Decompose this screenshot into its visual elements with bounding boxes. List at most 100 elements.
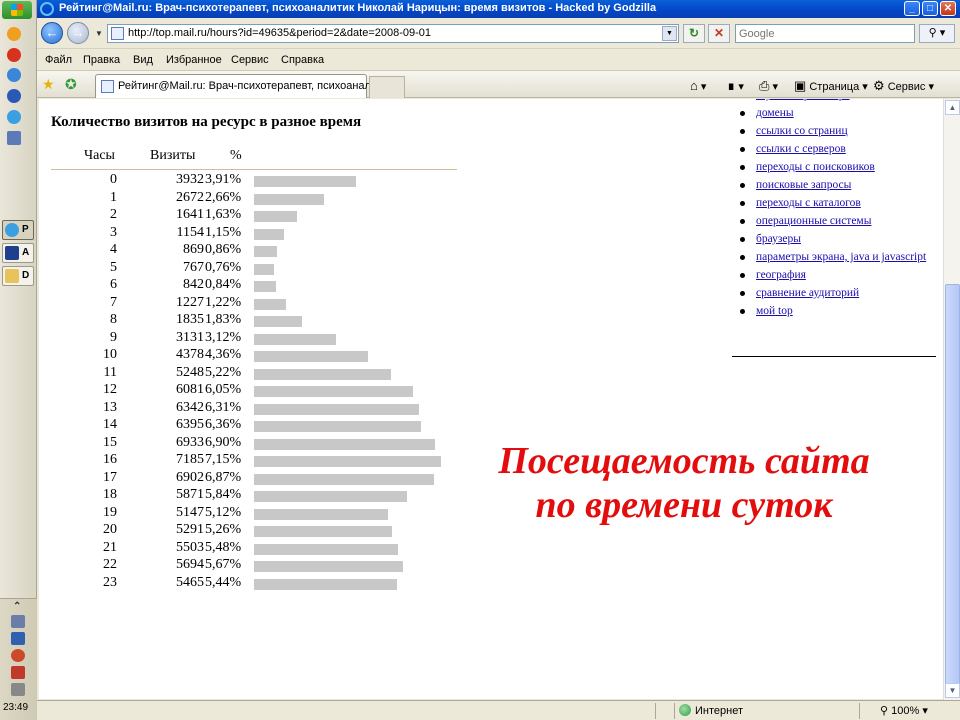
quicklaunch-opera-icon[interactable]	[7, 48, 21, 62]
column-hours: Часы	[84, 148, 115, 163]
percent-cell: 5,44%	[205, 574, 242, 590]
table-row: 4 869 0,86%	[51, 242, 481, 260]
percent-cell: 5,67%	[205, 557, 242, 572]
stats-nav-item: домены	[732, 107, 942, 120]
stats-nav-link[interactable]: переходы с поисковиков	[756, 161, 875, 173]
table-row: 15 6933 6,90%	[51, 435, 481, 453]
taskbar-button-folder[interactable]: D	[2, 266, 34, 286]
table-row: 8 1835 1,83%	[51, 312, 481, 330]
search-button[interactable]: ⚲ ▾	[919, 24, 955, 43]
stats-nav-item: поисковые запросы	[732, 179, 942, 192]
page-title: Количество визитов на ресурс в разное вр…	[51, 114, 362, 130]
stats-nav-link[interactable]: сравнение аудиторий	[756, 287, 859, 299]
tray-speaker-icon[interactable]	[11, 683, 25, 696]
tray-monitor-icon[interactable]	[11, 632, 25, 645]
stats-nav-item: параметры экрана, java и javascript	[732, 251, 942, 264]
table-row: 12 6081 6,05%	[51, 382, 481, 400]
clock[interactable]: 23:49	[3, 702, 28, 713]
table-row: 1 2672 2,66%	[51, 190, 481, 208]
menu-help[interactable]: Справка	[281, 54, 324, 66]
minimize-button[interactable]: _	[904, 1, 920, 16]
feeds-button[interactable]: ∎ ▾	[727, 78, 744, 94]
tray-expand-icon[interactable]: ⌃	[13, 601, 21, 612]
visits-bar	[254, 351, 368, 362]
maximize-button[interactable]: □	[922, 1, 938, 16]
percent-cell: 1,83%	[205, 312, 242, 327]
print-button[interactable]: ⎙ ▾	[759, 78, 778, 94]
stats-nav-link[interactable]: домены	[756, 107, 794, 119]
percent-cell: 0,76%	[205, 259, 242, 275]
visits-bar	[254, 491, 407, 502]
search-input[interactable]	[739, 26, 914, 42]
stats-nav-item: мой top	[732, 305, 942, 318]
percent-cell: 6,87%	[205, 469, 242, 485]
service-menu-button[interactable]: ⚙ Сервис ▾	[873, 78, 934, 94]
back-button[interactable]: ←	[41, 22, 63, 44]
table-row: 17 6902 6,87%	[51, 470, 481, 488]
tab-label: Рейтинг@Mail.ru: Врач-психотерапевт, пси…	[118, 80, 381, 92]
page-menu-button[interactable]: ▣ Страница ▾	[794, 78, 868, 94]
column-visits: Визиты	[150, 148, 196, 163]
table-row: 2 1641 1,63%	[51, 207, 481, 225]
forward-button[interactable]: →	[67, 22, 89, 44]
stats-nav-link[interactable]: география	[756, 269, 806, 281]
quicklaunch-desktop-icon[interactable]	[7, 131, 21, 145]
percent-cell: 5,48%	[205, 539, 242, 555]
quicklaunch-search-icon[interactable]	[7, 68, 21, 82]
stats-nav-link[interactable]: переходы с каталогов	[756, 197, 861, 209]
menu-view[interactable]: Вид	[133, 54, 153, 66]
history-dropdown-icon[interactable]: ▼	[95, 29, 103, 38]
caption-line-1: Посещаемость сайта	[498, 440, 870, 482]
stats-nav-link[interactable]: поисковые запросы	[756, 179, 851, 191]
add-favorites-icon[interactable]: ✪	[65, 76, 77, 93]
title-bar[interactable]: Рейтинг@Mail.ru: Врач-психотерапевт, пси…	[37, 0, 960, 18]
visits-bar	[254, 193, 324, 205]
stats-nav-link[interactable]: глубина просмотра	[756, 99, 850, 101]
tab-active[interactable]: Рейтинг@Mail.ru: Врач-психотерапевт, пси…	[95, 74, 380, 98]
table-row: 10 4378 4,36%	[51, 347, 481, 365]
table-row: 18 5871 5,84%	[51, 487, 481, 505]
favorites-star-icon[interactable]: ★	[42, 76, 55, 93]
tray-flag-icon[interactable]	[11, 666, 25, 679]
close-button[interactable]: ✕	[940, 1, 956, 16]
scroll-thumb[interactable]	[945, 284, 960, 694]
stats-nav-link[interactable]: мой top	[756, 305, 793, 317]
rss-icon: ∎	[727, 78, 736, 93]
zoom-control[interactable]: ⚲ 100% ▾	[880, 704, 928, 717]
menu-file[interactable]: Файл	[45, 54, 72, 66]
quicklaunch-media-icon[interactable]	[7, 89, 21, 103]
visits-bar	[254, 543, 398, 555]
vertical-scrollbar[interactable]: ▲ ▼	[943, 99, 960, 700]
stats-nav-link[interactable]: ссылки с серверов	[756, 143, 846, 155]
address-field[interactable]: http://top.mail.ru/hours?id=49635&period…	[107, 24, 679, 43]
tray-browser-icon[interactable]	[11, 649, 25, 662]
stats-nav-link[interactable]: ссылки со страниц	[756, 125, 848, 137]
stats-nav-link[interactable]: параметры экрана, java и javascript	[756, 251, 926, 263]
status-bar: Интернет ⚲ 100% ▾	[37, 700, 960, 720]
search-box[interactable]	[735, 24, 915, 43]
stop-button[interactable]: ✕	[708, 24, 730, 43]
visits-cell: 5147	[176, 504, 204, 520]
menu-favorites[interactable]: Избранное	[166, 54, 222, 66]
security-zone[interactable]: Интернет	[679, 704, 743, 717]
new-tab-button[interactable]	[369, 76, 405, 98]
system-tray: ⌃ 23:49	[0, 598, 37, 720]
percent-cell: 2,66%	[205, 189, 242, 205]
tray-network-icon[interactable]	[11, 615, 25, 628]
menu-edit[interactable]: Правка	[83, 54, 120, 66]
table-row: 6 842 0,84%	[51, 277, 481, 295]
scroll-up-icon[interactable]: ▲	[945, 100, 960, 115]
url-dropdown-icon[interactable]: ▼	[662, 26, 677, 41]
stats-nav-link[interactable]: браузеры	[756, 233, 801, 245]
refresh-button[interactable]: ↻	[683, 24, 705, 43]
home-button[interactable]: ⌂ ▾	[690, 78, 706, 93]
quicklaunch-mail-icon[interactable]	[7, 27, 21, 41]
start-button[interactable]	[2, 1, 32, 19]
taskbar-button-photoshop[interactable]: A	[2, 243, 34, 263]
taskbar-button-ie[interactable]: P	[2, 220, 34, 240]
table-row: 11 5248 5,22%	[51, 365, 481, 383]
quicklaunch-ie-icon[interactable]	[7, 110, 21, 124]
stats-nav-link[interactable]: операционные системы	[756, 215, 871, 227]
scroll-down-icon[interactable]: ▼	[945, 683, 960, 698]
menu-tools[interactable]: Сервис	[231, 54, 269, 66]
